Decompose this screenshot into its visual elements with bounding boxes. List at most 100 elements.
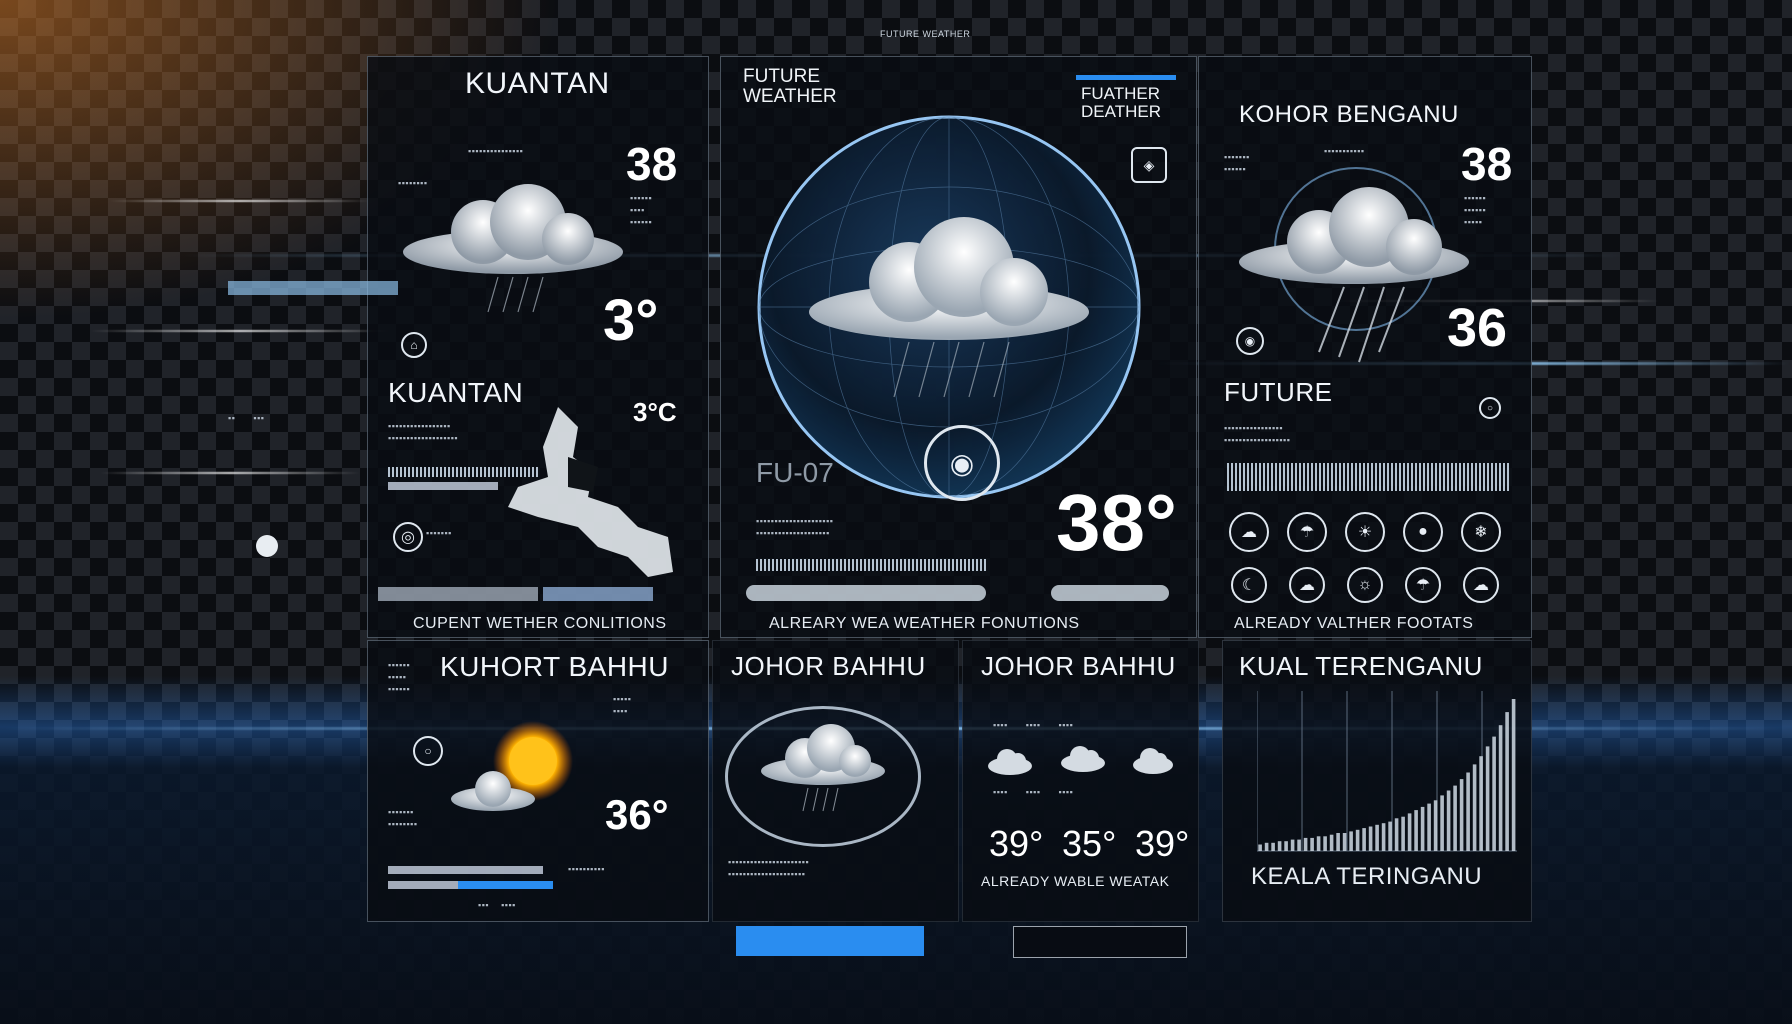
weather-icon[interactable]: ☂	[1287, 512, 1327, 552]
trend-bar	[1394, 818, 1399, 851]
city-name: KUAL TERENGANU	[1239, 651, 1483, 681]
detail-text: ▪▪▪▪ ▪▪▪▪ ▪▪▪▪	[993, 720, 1074, 730]
wind-icon[interactable]: ◎	[393, 522, 423, 552]
trend-bar	[1310, 837, 1314, 851]
city-name: KUHORT BAHHU	[440, 651, 670, 682]
weather-icon[interactable]: ☁	[1229, 512, 1269, 552]
location-icon[interactable]: ⌂	[401, 332, 427, 358]
detail-text: ▪▪ ▪▪▪	[228, 413, 265, 423]
info-pill	[1051, 585, 1169, 601]
detail-text: ▪▪▪▪▪▪▪▪▪▪▪▪▪▪▪▪▪ ▪▪▪▪▪▪▪▪▪▪▪▪▪▪▪▪▪▪▪	[388, 421, 459, 443]
trend-bar	[1472, 764, 1477, 851]
detail-text: ▪▪▪▪▪ ▪▪▪▪	[613, 694, 632, 716]
detail-text: ▪▪▪▪▪▪▪▪▪▪▪	[1324, 146, 1365, 156]
weather-icon[interactable]: ☁	[1289, 567, 1325, 603]
cloud-rain-icon	[403, 184, 623, 313]
light-beam	[90, 330, 390, 332]
trend-bar	[1414, 810, 1418, 851]
light-beam	[100, 472, 360, 474]
trend-bar	[1492, 736, 1496, 851]
caption: ALREADY VALTHER FOOTATS	[1234, 615, 1474, 632]
eye-icon[interactable]: ◉	[1236, 327, 1264, 355]
forecast-temp-2: 35°	[1062, 823, 1117, 864]
detail-text: ▪▪▪▪▪▪▪▪▪▪▪▪▪▪▪▪ ▪▪▪▪▪▪▪▪▪▪▪▪▪▪▪▪▪▪	[1224, 423, 1291, 445]
trend-bar	[1290, 839, 1295, 851]
trend-bar	[1355, 829, 1360, 851]
detail-text: ▪▪▪▪▪▪▪▪▪▪▪▪▪▪▪▪▪▪▪▪▪▪▪▪▪▪▪▪▪▪▪▪▪▪▪▪▪▪▪▪…	[728, 857, 810, 879]
trend-bar	[1433, 800, 1438, 851]
weather-icon[interactable]: ☾	[1231, 567, 1267, 603]
info-bar	[388, 482, 498, 490]
info-pill	[746, 585, 986, 601]
city-name: KUANTAN	[465, 67, 610, 100]
detail-text: ▪▪▪▪▪▪▪	[426, 528, 452, 538]
trend-bar	[1303, 837, 1308, 851]
trend-bar	[1401, 816, 1405, 851]
detail-text: ▪▪▪▪▪▪▪▪▪▪▪▪▪▪▪▪▪▪▪▪▪▪▪▪▪▪▪▪▪▪▪▪▪▪▪▪▪▪▪▪…	[756, 516, 834, 538]
detail-text: ▪▪▪ ▪▪▪▪	[478, 900, 516, 910]
trend-bar	[1297, 839, 1301, 851]
trend-bar	[1277, 841, 1282, 851]
detail-text: ▪▪▪▪▪▪▪▪▪▪▪▪▪▪▪	[468, 146, 524, 156]
accent-bar	[1076, 75, 1176, 80]
panel-kohor[interactable]: KOHOR BENGANU ▪▪▪▪▪▪▪ ▪▪▪▪▪▪ ▪▪▪▪▪▪▪▪▪▪▪ …	[1198, 56, 1532, 638]
panel-kuantan[interactable]: KUANTAN ▪▪▪▪▪▪▪▪▪▪▪▪▪▪▪ ▪▪▪▪▪▪▪▪ 38 ▪▪▪▪…	[228, 56, 709, 638]
info-bar	[228, 281, 398, 295]
light-beam	[110, 200, 370, 202]
trend-bar	[1336, 833, 1340, 851]
trend-bar	[1264, 842, 1269, 851]
caption: CUPENT WETHER CONLITIONS	[413, 615, 667, 632]
trend-bar	[1271, 842, 1275, 851]
primary-button[interactable]	[736, 926, 924, 956]
forecast-temp-1: 39°	[989, 823, 1044, 864]
caption: ALREADY WABLE WEATAK	[981, 873, 1170, 889]
trend-bar	[1381, 823, 1386, 851]
temp: 36°	[605, 791, 669, 838]
panel-johor-1[interactable]: JOHOR BAHHU ▪▪▪▪▪▪▪▪▪▪▪▪▪▪▪▪▪▪▪▪▪▪ ▪▪▪▪▪▪…	[712, 640, 959, 922]
trend-bar	[1498, 725, 1503, 851]
target-icon[interactable]: ◉	[924, 425, 1000, 501]
panel-johor-2[interactable]: JOHOR BAHHU ▪▪▪▪ ▪▪▪▪ ▪▪▪▪ ▪▪▪▪ ▪▪▪▪ ▪▪▪…	[962, 640, 1199, 922]
city-name: JOHOR BAHHU	[981, 651, 1176, 681]
trend-bar	[1453, 785, 1457, 851]
trend-bar	[1427, 803, 1431, 851]
city-name: JOHOR BAHHU	[731, 651, 926, 681]
trend-bar	[1407, 813, 1412, 851]
trend-bar	[1511, 699, 1516, 851]
weather-icon[interactable]: ☁	[1463, 567, 1499, 603]
forecast-temp-3: 39°	[1135, 823, 1190, 864]
temp-main: 38°	[1056, 478, 1177, 567]
trend-bar	[1323, 836, 1327, 851]
panel-kuhort[interactable]: KUHORT BAHHU ▪▪▪▪▪▪ ▪▪▪▪▪ ▪▪▪▪▪▪ ▪▪▪▪▪ ▪▪▪▪…	[367, 640, 709, 922]
weather-icon[interactable]: ❄	[1461, 512, 1501, 552]
weather-icon[interactable]: ●	[1403, 512, 1443, 552]
detail-text: ▪▪▪▪ ▪▪▪▪ ▪▪▪▪	[993, 787, 1074, 797]
location-icon[interactable]: ○	[413, 736, 443, 766]
info-bar	[543, 587, 653, 601]
signal-bars	[756, 559, 986, 571]
toggle-icon[interactable]: ○	[1479, 397, 1501, 419]
weather-icon[interactable]: ☂	[1405, 567, 1441, 603]
trend-bar	[1329, 834, 1334, 851]
trend-bar	[1342, 833, 1347, 851]
info-bar	[388, 881, 458, 889]
trend-bar	[1368, 826, 1373, 851]
sun-icon	[451, 721, 573, 811]
secondary-button[interactable]	[1013, 926, 1187, 958]
detail-text: ▪▪▪▪▪▪▪▪▪▪	[568, 864, 605, 874]
weather-icon[interactable]: ☀	[1345, 512, 1385, 552]
trend-bar	[1388, 821, 1392, 851]
trend-bar	[1446, 790, 1451, 851]
weather-icon[interactable]: ☼	[1347, 567, 1383, 603]
trend-chart	[1257, 691, 1517, 852]
temp-mid: 3°	[603, 288, 659, 353]
map-icon	[508, 407, 673, 577]
info-bar	[388, 866, 543, 874]
trend-bar	[1466, 772, 1470, 851]
trend-bar	[1505, 712, 1509, 851]
future-label: FUTURE	[1224, 377, 1333, 407]
trend-bar	[1485, 746, 1490, 851]
panel-center[interactable]: FUTURE WEATHER FUATHER DEATHER ◈ ◉ FU-07…	[720, 56, 1197, 638]
panel-kual[interactable]: KUAL TERENGANU KEALA TERINGANU	[1222, 640, 1532, 922]
trend-bar	[1349, 831, 1353, 851]
